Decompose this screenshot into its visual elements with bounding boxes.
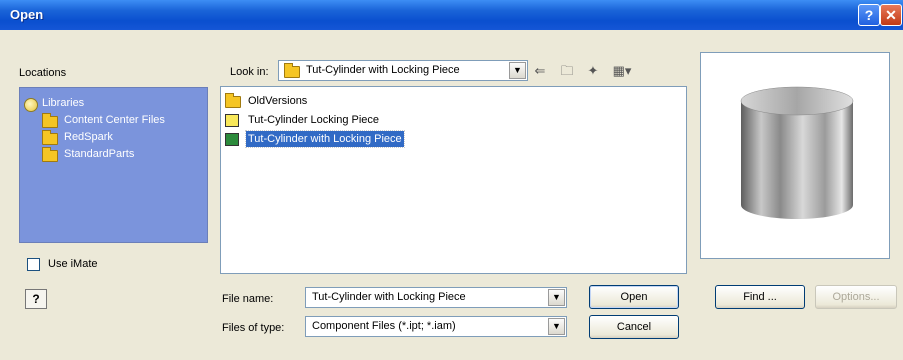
dialog-title: Open <box>10 7 44 22</box>
chevron-down-icon[interactable]: ▼ <box>509 62 526 79</box>
help-icon: ? <box>32 292 40 306</box>
cylinder-preview-image <box>740 86 854 219</box>
open-button[interactable]: Open <box>589 285 679 309</box>
locations-label: Locations <box>19 67 67 79</box>
folder-icon <box>42 130 58 145</box>
project-folder-icon <box>225 114 239 127</box>
file-list[interactable]: OldVersions Tut-Cylinder Locking Piece T… <box>220 86 687 274</box>
folder-icon <box>284 63 300 78</box>
look-in-label: Look in: <box>230 66 269 78</box>
help-button[interactable]: ? <box>25 289 47 309</box>
chevron-down-icon[interactable]: ▼ <box>548 318 565 335</box>
new-folder-icon[interactable]: ✦ <box>583 62 603 80</box>
project-folder-green-icon <box>225 133 239 146</box>
file-name-label: File name: <box>222 293 274 305</box>
look-in-dropdown[interactable]: Tut-Cylinder with Locking Piece ▼ <box>278 60 528 81</box>
view-menu-icon[interactable]: ▦▾ <box>609 62 635 80</box>
title-bar[interactable]: Open ? ✕ <box>0 0 903 30</box>
look-in-value: Tut-Cylinder with Locking Piece <box>306 64 460 76</box>
help-icon[interactable]: ? <box>858 4 880 26</box>
locations-list[interactable]: Libraries Content Center Files RedSpark … <box>19 87 208 243</box>
options-button[interactable]: Options... <box>815 285 897 309</box>
files-of-type-dropdown[interactable]: Component Files (*.ipt; *.iam) ▼ <box>305 316 567 337</box>
up-folder-icon[interactable]: 🗀 <box>557 62 577 80</box>
file-name-input[interactable]: Tut-Cylinder with Locking Piece ▼ <box>305 287 567 308</box>
close-icon[interactable]: ✕ <box>880 4 902 26</box>
find-button[interactable]: Find ... <box>715 285 805 309</box>
use-imate-label: Use iMate <box>48 258 98 270</box>
files-of-type-label: Files of type: <box>222 322 285 334</box>
chevron-down-icon[interactable]: ▼ <box>548 289 565 306</box>
location-libraries[interactable]: Libraries <box>20 94 207 112</box>
folder-icon <box>42 113 58 128</box>
preview-pane <box>700 52 890 259</box>
folder-icon <box>42 147 58 162</box>
libraries-icon <box>24 98 38 112</box>
folder-icon <box>225 93 241 108</box>
cancel-button[interactable]: Cancel <box>589 315 679 339</box>
open-dialog: Open ? ✕ Locations Libraries Content Cen… <box>0 0 903 360</box>
use-imate-checkbox[interactable] <box>27 258 40 271</box>
back-icon[interactable]: ⇐ <box>530 62 550 80</box>
